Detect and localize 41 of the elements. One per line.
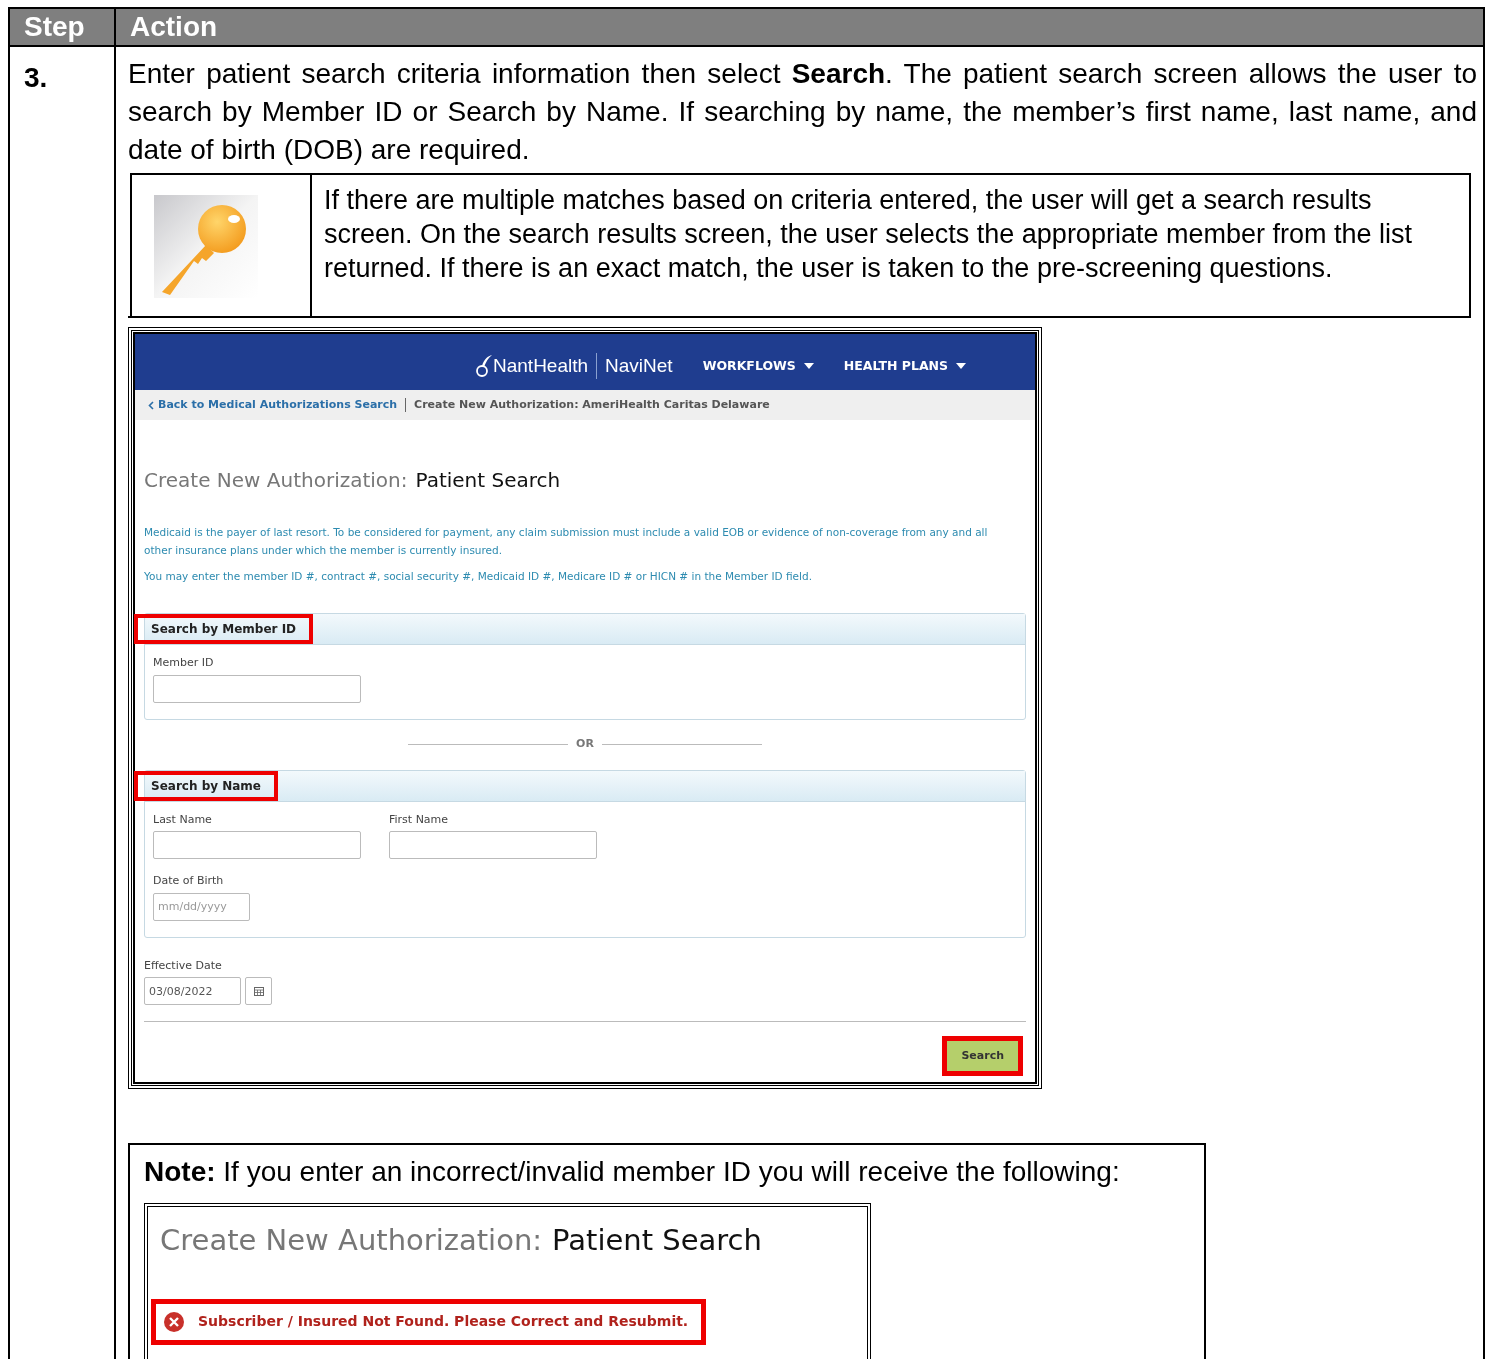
search-button[interactable]: Search [942,1036,1023,1076]
page-heading-prefix: Create New Authorization: [160,1222,543,1259]
field-label: First Name [389,811,450,828]
input-field[interactable] [153,674,361,703]
nav-menu[interactable]: WORKFLOWS [702,356,814,376]
input-field[interactable]: mm/dd/yyyy [153,892,250,921]
panel-title: Search by Name [136,772,276,799]
field-label: Member ID [153,655,215,671]
step-number: 3. [24,62,48,93]
nav-menu[interactable]: HEALTH PLANS [843,356,967,376]
date-field[interactable]: 03/08/2022 [144,977,241,1005]
key-icon [154,195,258,298]
error-text: Subscriber / Insured Not Found. Please Correct and Resubmit. [198,1312,689,1331]
caret-icon [956,363,967,369]
field-label: Date of Birth [153,873,225,889]
back-link[interactable]: Back to Medical Authorizations Search [148,396,398,414]
info-text: You may enter the member ID #, contract #, social security #, Medicaid ID #, Medicare ID # or HICN # in the Member ID field. [144,569,813,584]
calendar-icon [253,986,264,996]
brand-name: NantHealth [493,353,589,378]
caret-icon [803,363,814,369]
field-label: Last Name [153,811,213,828]
step-instructions: Enter patient search criteria information then select Search. The patient search screen allows the user to search by Member ID or Search by Name. If searching by name, the member’s first name, last name, and date of birth (DOB) are required. [128,57,1477,167]
breadcrumb-current: Create New Authorization: AmeriHealth Caritas Delaware [414,396,770,413]
panel-title: Search by Member ID [136,616,312,642]
divider-label: OR [576,736,594,753]
input-field[interactable] [389,831,597,859]
page-heading: Patient Search [552,1222,762,1259]
column-header: Step [24,10,85,44]
logo-icon [475,354,493,378]
calendar-button[interactable] [245,977,272,1005]
product-name: NaviNet [605,353,673,378]
field-label: Effective Date [144,957,223,974]
column-header: Action [130,10,218,44]
chevron-left-icon [148,400,154,410]
info-text: Medicaid is the payer of last resort. To be considered for payment, any claim submission must include a valid EOB or evidence of non-coverage from any and all other insurance plans under which the member is currently insured. [144,525,989,558]
tip-text: If there are multiple matches based on criteria entered, the user will get a search results screen. On the search results screen, the user selects the appropriate member from the list returned. If there is an exact match, the user is taken to the pre-screening questions. [323,184,1413,285]
page-heading-prefix: Create New Authorization: [144,467,408,494]
error-icon [164,1311,184,1332]
note-text: Note: If you enter an incorrect/invalid member ID you will receive the following: [144,1155,1121,1189]
page-heading: Patient Search [415,467,561,494]
input-field[interactable] [153,831,361,859]
